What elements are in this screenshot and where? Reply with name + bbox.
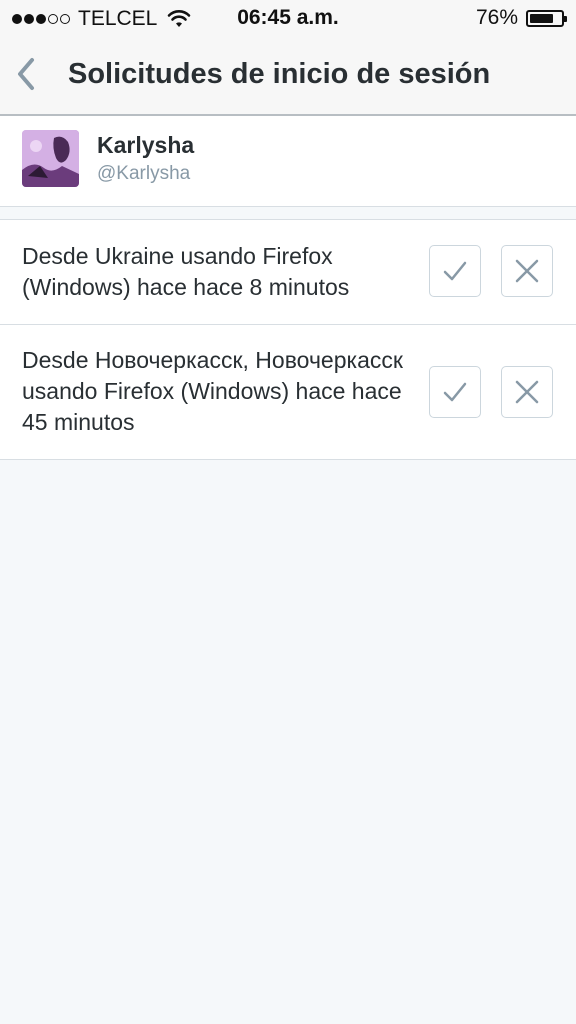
battery-percent: 76% <box>475 6 518 29</box>
login-request-row: Desde Ukraine usando Firefox (Windows) h… <box>0 219 576 325</box>
close-icon <box>515 259 539 283</box>
account-handle: @Karlysha <box>97 163 191 184</box>
account-row: Karlysha @Karlysha <box>0 116 576 207</box>
approve-button[interactable] <box>429 366 481 418</box>
deny-button[interactable] <box>501 366 553 418</box>
status-bar: TELCEL 06:45 a.m. 76% <box>0 0 576 38</box>
avatar <box>22 130 79 187</box>
page-title: Solicitudes de inicio de sesión <box>68 58 491 90</box>
chevron-left-icon <box>18 58 34 90</box>
status-bar-right: 76% <box>475 6 567 30</box>
login-request-text: Desde Ukraine usando Firefox (Windows) h… <box>22 243 350 300</box>
deny-button[interactable] <box>501 245 553 297</box>
battery-fill <box>530 13 553 23</box>
close-icon <box>515 380 539 404</box>
login-request-text: Desde Новочеркасск, Новочеркасск usando … <box>22 347 403 435</box>
checkmark-icon <box>443 261 467 281</box>
back-button[interactable] <box>12 54 44 94</box>
battery-tip <box>564 15 567 22</box>
navigation-bar: Solicitudes de inicio de sesión <box>0 38 576 116</box>
battery-icon <box>526 9 567 27</box>
account-name: Karlysha <box>97 132 195 158</box>
login-request-row: Desde Новочеркасск, Новочеркасск usando … <box>0 324 576 460</box>
approve-button[interactable] <box>429 245 481 297</box>
checkmark-icon <box>443 382 467 402</box>
avatar-image <box>22 130 79 187</box>
